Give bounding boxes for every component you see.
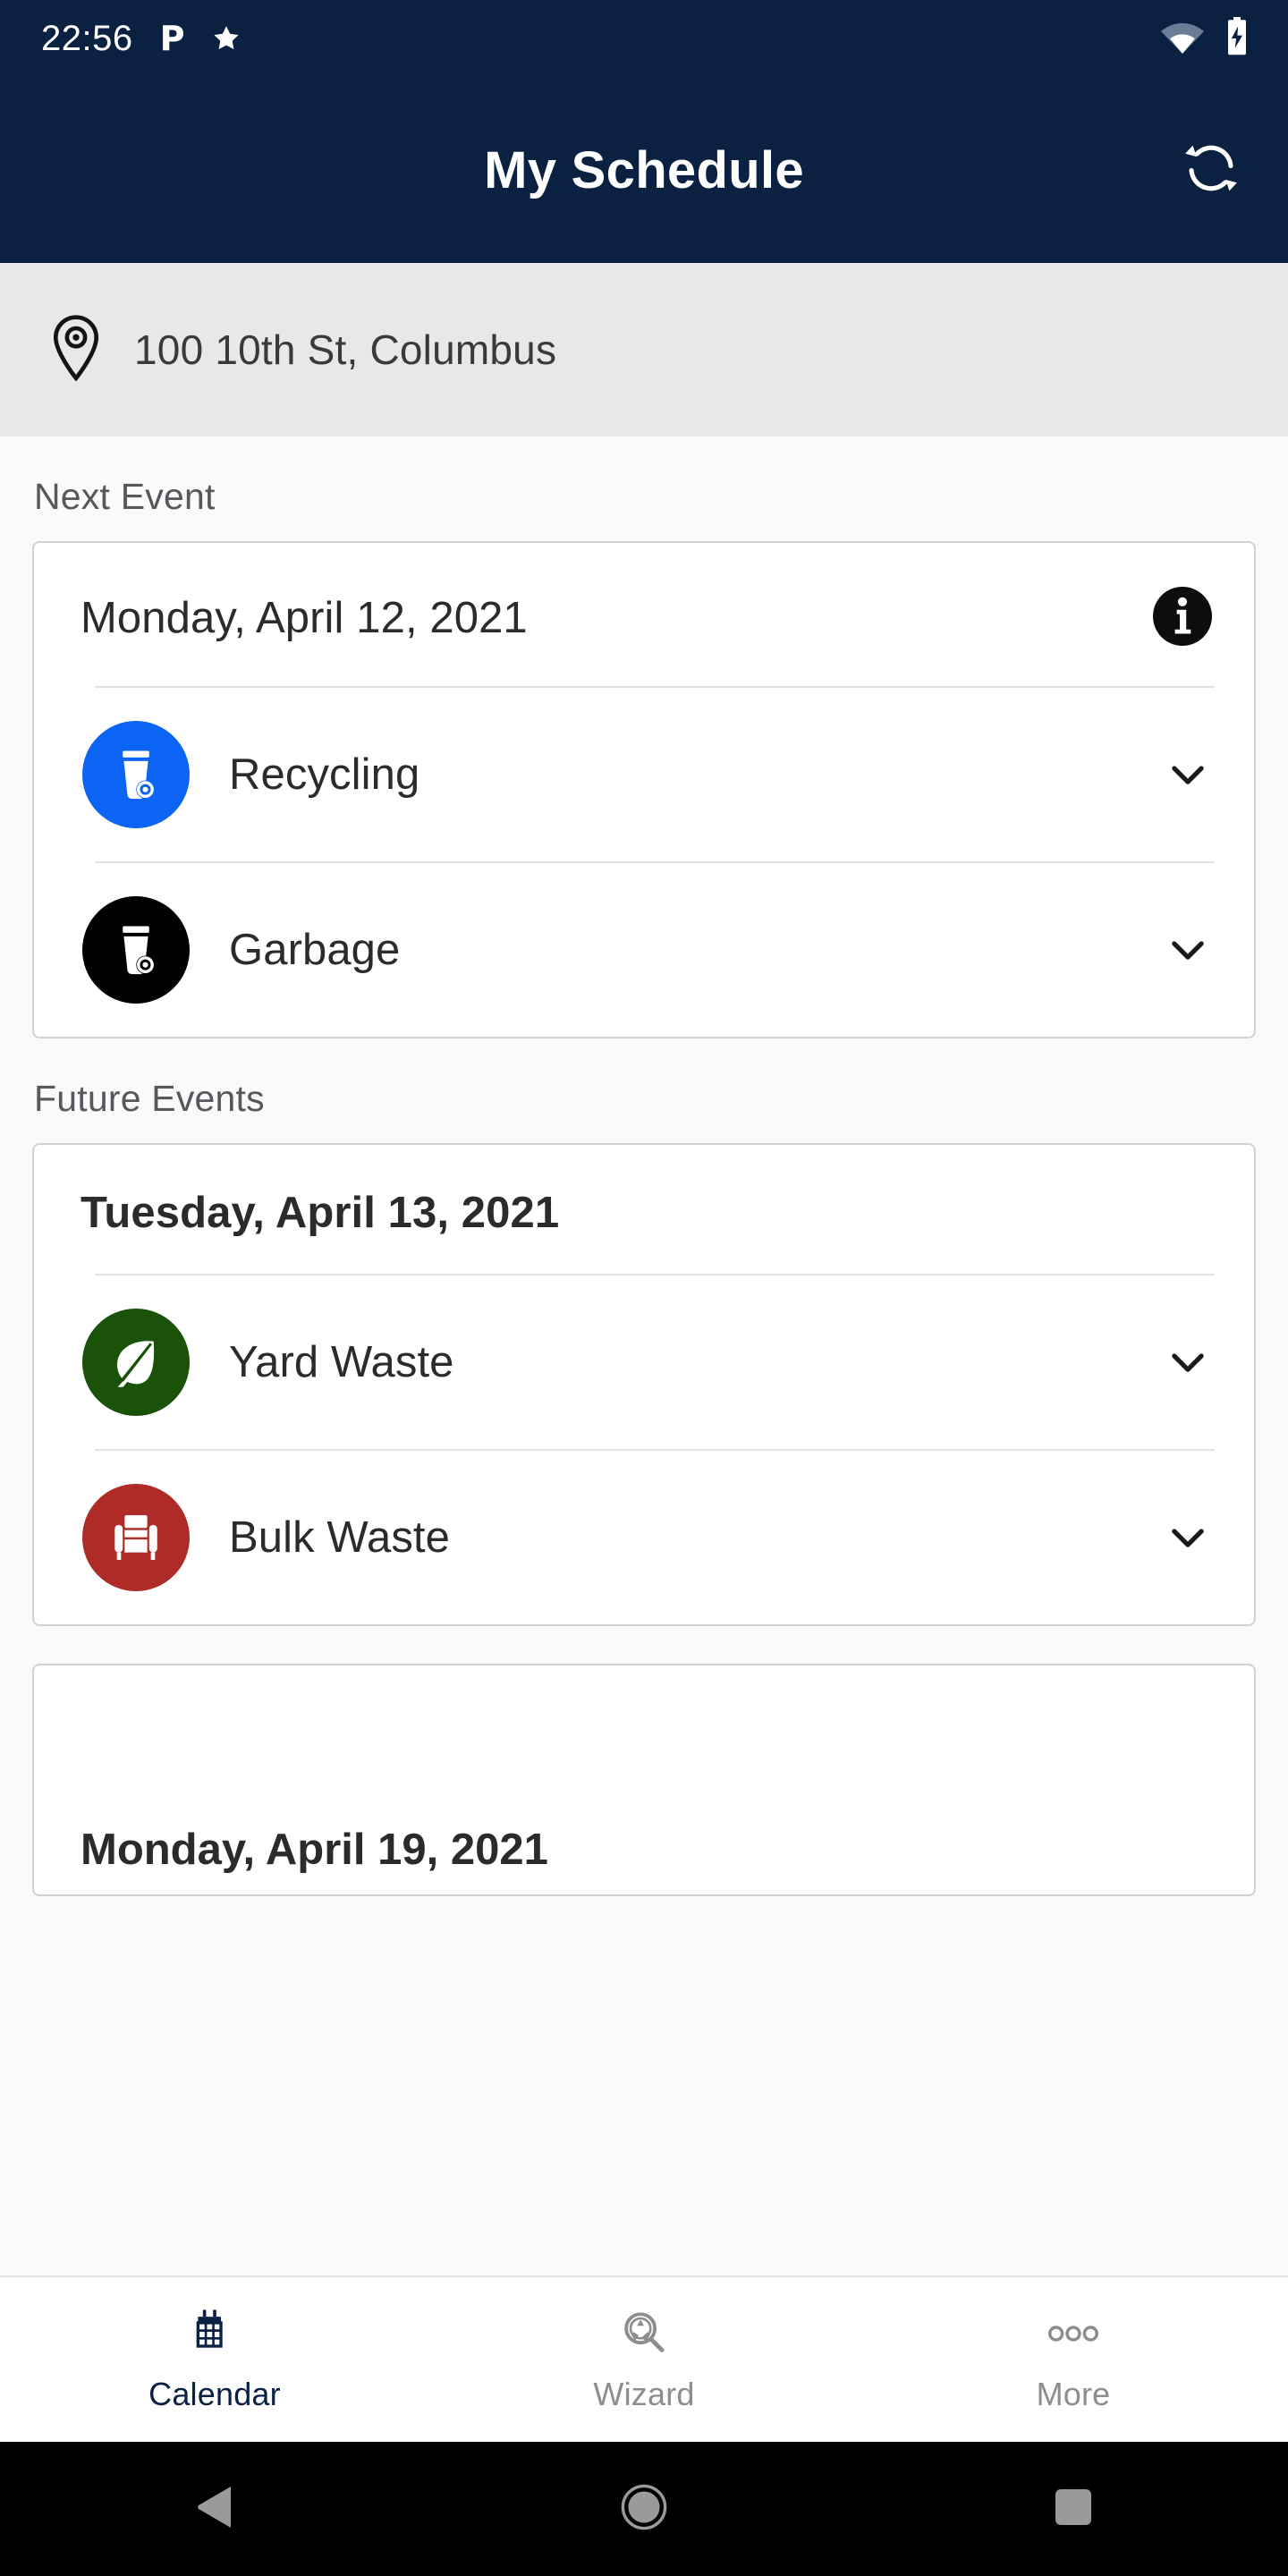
future-event-date-partial: Monday, April 19, 2021	[80, 1826, 548, 1874]
parking-p-icon: P	[159, 19, 185, 58]
refresh-button[interactable]	[1174, 132, 1249, 208]
next-event-date: Monday, April 12, 2021	[80, 594, 528, 642]
nav-item-more[interactable]: More	[859, 2306, 1288, 2413]
recycling-search-icon	[618, 2306, 670, 2361]
bottom-navigation: Calendar Wizard More	[0, 2275, 1288, 2442]
app-bar: My Schedule	[0, 77, 1288, 263]
event-row-recycling[interactable]: Recycling	[34, 688, 1254, 861]
chevron-down-icon[interactable]	[1161, 923, 1215, 977]
event-row-garbage[interactable]: Garbage	[34, 863, 1254, 1037]
next-event-section-label: Next Event	[34, 476, 216, 517]
wifi-icon	[1161, 20, 1204, 58]
event-name: Garbage	[229, 926, 401, 974]
event-name: Bulk Waste	[229, 1513, 450, 1562]
event-name: Recycling	[229, 750, 420, 799]
back-icon	[195, 2484, 234, 2535]
schedule-scroll-area[interactable]: Next Event Monday, April 12, 2021 Recycl…	[0, 436, 1288, 2275]
next-event-card-header: Monday, April 12, 2021	[34, 543, 1254, 686]
armchair-icon	[82, 1484, 190, 1591]
status-bar: 22:56 P	[0, 0, 1288, 77]
status-bar-right	[1161, 16, 1250, 61]
location-pin-icon	[48, 314, 104, 386]
future-event-card-header: Tuesday, April 13, 2021	[34, 1145, 1254, 1274]
nav-label: More	[1036, 2376, 1111, 2412]
future-event-card-partial[interactable]: Monday, April 19, 2021	[32, 1664, 1256, 1896]
battery-charging-icon	[1224, 16, 1250, 61]
calendar-icon	[191, 2306, 239, 2361]
back-button[interactable]	[0, 2484, 429, 2535]
chevron-down-icon[interactable]	[1161, 1511, 1215, 1564]
event-row-yard-waste[interactable]: Yard Waste	[34, 1275, 1254, 1449]
nav-label: Calendar	[148, 2376, 281, 2412]
info-button[interactable]	[1150, 586, 1215, 650]
status-clock: 22:56	[41, 18, 133, 58]
app-screen: 22:56 P My Schedule 100 10th St, Columbu…	[0, 0, 1288, 2576]
garbage-bin-icon	[82, 896, 190, 1004]
more-dots-icon	[1047, 2306, 1099, 2361]
address-bar[interactable]: 100 10th St, Columbus	[0, 263, 1288, 436]
star-icon	[211, 23, 242, 54]
recents-icon	[1054, 2487, 1093, 2531]
future-event-card: Tuesday, April 13, 2021 Yard Waste Bulk …	[32, 1143, 1256, 1626]
nav-item-wizard[interactable]: Wizard	[429, 2306, 859, 2413]
event-name: Yard Waste	[229, 1338, 454, 1386]
refresh-icon	[1183, 140, 1239, 200]
info-circle-icon	[1150, 584, 1215, 653]
chevron-down-icon[interactable]	[1161, 1335, 1215, 1389]
nav-label: Wizard	[593, 2376, 695, 2412]
leaf-icon	[82, 1309, 190, 1416]
card-gap	[0, 1626, 1288, 1664]
address-text: 100 10th St, Columbus	[134, 326, 557, 373]
chevron-down-icon[interactable]	[1161, 748, 1215, 801]
future-event-date: Tuesday, April 13, 2021	[80, 1189, 560, 1237]
future-events-section-label: Future Events	[34, 1078, 265, 1119]
next-event-card: Monday, April 12, 2021 Recycling Garbage	[32, 541, 1256, 1038]
nav-item-calendar[interactable]: Calendar	[0, 2306, 429, 2413]
recents-button[interactable]	[859, 2487, 1288, 2531]
page-title: My Schedule	[484, 140, 804, 199]
home-icon	[620, 2483, 668, 2536]
android-system-nav	[0, 2442, 1288, 2576]
status-bar-left: 22:56 P	[41, 19, 242, 59]
home-button[interactable]	[429, 2483, 859, 2536]
recycling-bin-icon	[82, 721, 190, 828]
event-row-bulk-waste[interactable]: Bulk Waste	[34, 1451, 1254, 1624]
